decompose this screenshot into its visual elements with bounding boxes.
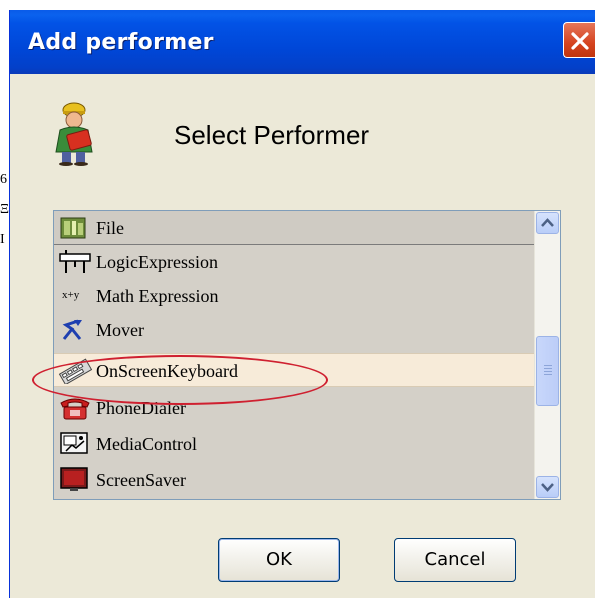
- background-fragment: 6: [0, 172, 7, 187]
- scroll-down-button[interactable]: [536, 476, 559, 498]
- media-control-icon: [60, 432, 88, 454]
- background-fragment: I: [0, 232, 5, 247]
- list-item-label: OnScreenKeyboard: [96, 361, 238, 381]
- mover-icon: [62, 319, 82, 340]
- math-expression-icon: x+y: [62, 289, 80, 301]
- chevron-down-icon: [541, 483, 554, 492]
- list-item-phonedialer[interactable]: PhoneDialer: [54, 391, 534, 425]
- page-title: Select Performer: [174, 120, 370, 150]
- close-icon: [571, 32, 589, 50]
- background-fragment: Ξ: [0, 202, 10, 217]
- scroll-up-button[interactable]: [536, 212, 559, 234]
- chevron-up-icon: [541, 218, 554, 227]
- cancel-button[interactable]: Cancel: [394, 538, 516, 582]
- dialog-title: Add performer: [28, 30, 214, 55]
- list-item-label: Math Expression: [96, 286, 219, 306]
- keyboard-icon: [58, 358, 92, 384]
- list-item-label: File: [96, 218, 125, 238]
- phone-icon: [60, 398, 90, 420]
- list-item-onscreenkeyboard[interactable]: OnScreenKeyboard: [54, 353, 534, 387]
- list-item-math-expression[interactable]: x+y Math Expression: [54, 279, 534, 313]
- logic-expression-icon: [59, 250, 91, 273]
- list-item-label: ScreenSaver: [96, 470, 186, 490]
- performer-list[interactable]: File LogicExpression x+y Math Expression: [53, 210, 561, 500]
- screen-saver-icon: [60, 467, 88, 491]
- title-bar[interactable]: Add performer: [10, 10, 595, 74]
- file-icon: [60, 217, 86, 239]
- list-item-label: PhoneDialer: [96, 398, 186, 418]
- list-item-label: Mover: [96, 320, 144, 340]
- list-item-mediacontrol[interactable]: MediaControl: [54, 427, 534, 461]
- list-item-mover[interactable]: Mover: [54, 313, 534, 347]
- list-item-screensaver[interactable]: ScreenSaver: [54, 463, 534, 497]
- list-item-file[interactable]: File: [54, 211, 534, 245]
- add-performer-dialog: Add performer Select Performer File Logi…: [9, 10, 595, 598]
- list-item-logic-expression[interactable]: LogicExpression: [54, 245, 534, 279]
- vertical-scrollbar[interactable]: [534, 211, 560, 499]
- performer-icon: [55, 102, 93, 166]
- ok-button[interactable]: OK: [218, 538, 340, 582]
- close-button[interactable]: [563, 22, 595, 58]
- scroll-thumb[interactable]: [536, 336, 559, 406]
- list-item-label: LogicExpression: [96, 252, 218, 272]
- list-item-label: MediaControl: [96, 434, 197, 454]
